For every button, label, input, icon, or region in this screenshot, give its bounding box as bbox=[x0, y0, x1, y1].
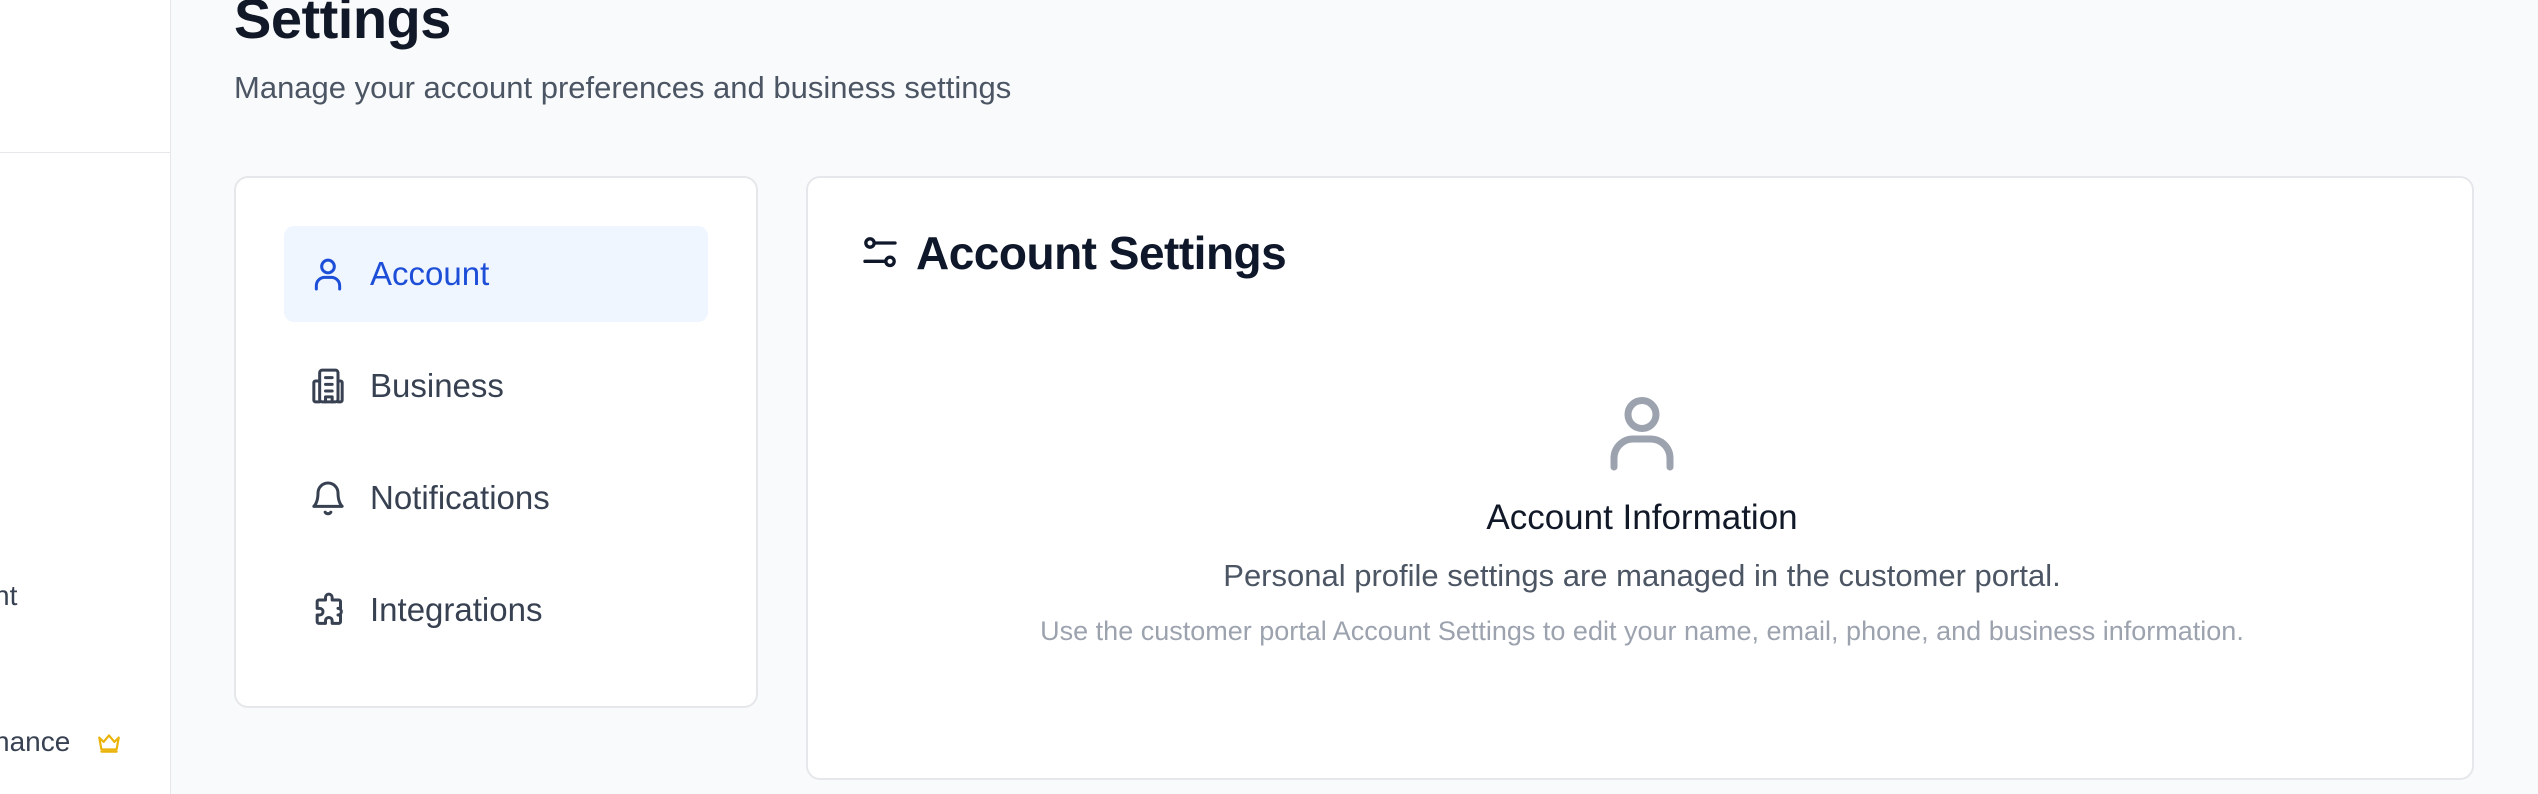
card-title: Account Settings bbox=[916, 227, 1287, 279]
card-header: Account Settings bbox=[860, 226, 1287, 280]
settings-tab-label: Integrations bbox=[370, 591, 543, 628]
user-icon bbox=[308, 254, 348, 294]
building-icon bbox=[308, 366, 348, 406]
sidebar-item-label[interactable]: nt bbox=[0, 580, 17, 612]
settings-tab-account[interactable]: Account bbox=[284, 226, 708, 322]
page-title: Settings bbox=[234, 0, 451, 50]
app-sidebar: nt nance bbox=[0, 0, 171, 794]
settings-nav: Account Business Notifications Integrati… bbox=[234, 176, 758, 708]
settings-tab-integrations[interactable]: Integrations bbox=[284, 562, 708, 658]
app-root: nt nance Settings Manage your account pr… bbox=[0, 0, 2538, 794]
empty-state-title: Account Information bbox=[1486, 498, 1798, 537]
settings-tab-notifications[interactable]: Notifications bbox=[284, 450, 708, 546]
empty-state-description: Personal profile settings are managed in… bbox=[1223, 558, 2061, 593]
empty-state-hint: Use the customer portal Account Settings… bbox=[1040, 616, 2244, 646]
user-icon bbox=[1610, 397, 1674, 471]
crown-icon bbox=[98, 734, 120, 753]
puzzle-icon bbox=[308, 590, 348, 630]
settings-tab-label: Account bbox=[370, 255, 490, 292]
empty-state: Account Information Personal profile set… bbox=[808, 390, 2476, 647]
sidebar-divider bbox=[0, 152, 170, 153]
sidebar-item-label[interactable]: nance bbox=[0, 726, 70, 758]
settings-tab-label: Business bbox=[370, 367, 504, 404]
settings-tab-label: Notifications bbox=[370, 479, 550, 516]
sliders-icon bbox=[863, 237, 897, 268]
page-subtitle: Manage your account preferences and busi… bbox=[234, 70, 1012, 105]
settings-tab-business[interactable]: Business bbox=[284, 338, 708, 434]
account-settings-card: Account Settings Account Information Per… bbox=[806, 176, 2474, 780]
bell-icon bbox=[308, 478, 348, 518]
